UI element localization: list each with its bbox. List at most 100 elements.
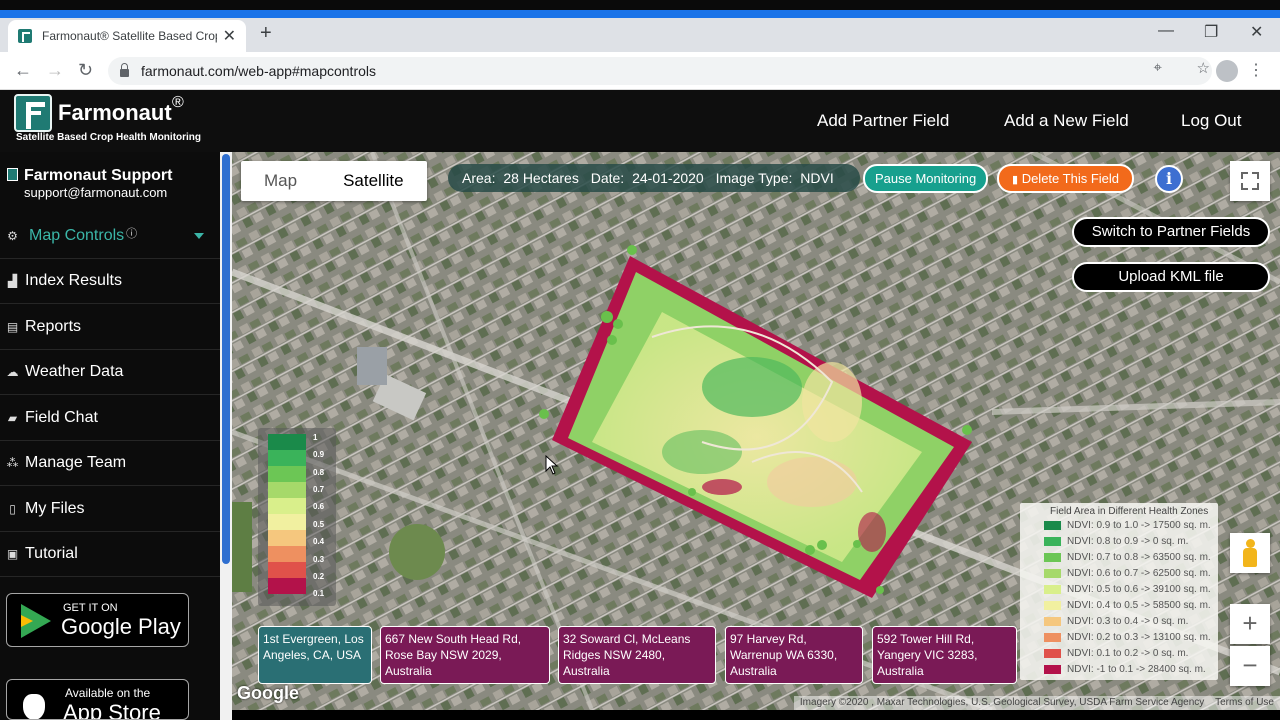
sidebar: Farmonaut Support support@farmonaut.com … (0, 152, 220, 720)
street-view-pegman-icon[interactable] (1230, 533, 1270, 573)
support-name: Farmonaut Support (24, 167, 173, 184)
sidebar-item-tutorial[interactable]: ▣ Tutorial (0, 532, 220, 577)
address-card-4[interactable]: 97 Harvey Rd, Warrenup WA 6330, Australi… (725, 626, 863, 684)
legend-row: NDVI: 0.9 to 1.0 -> 17500 sq. m. (1044, 520, 1211, 531)
legend-row: NDVI: 0.6 to 0.7 -> 62500 sq. m. (1044, 568, 1211, 579)
team-icon: ⁂ (6, 456, 19, 470)
satellite-map[interactable]: Map Satellite Area: 28 Hectares Date: 24… (232, 152, 1280, 710)
google-play-badge[interactable]: GET IT ON Google Play (6, 593, 189, 647)
new-tab-button[interactable]: + (260, 22, 272, 45)
mouse-cursor-icon (545, 455, 559, 475)
caret-down-icon[interactable] (194, 233, 204, 239)
scale-label: 0.7 (313, 485, 325, 494)
brand-tagline: Satellite Based Crop Health Monitoring (16, 132, 202, 143)
sidebar-item-index-results[interactable]: ▟ Index Results (0, 259, 220, 304)
window-close-icon[interactable]: ✕ (1250, 22, 1263, 42)
file-icon: ▯ (9, 502, 16, 516)
zoom-out-button[interactable]: − (1230, 646, 1270, 686)
back-arrow-icon[interactable]: ← (14, 60, 32, 81)
scale-label: 0.1 (313, 589, 325, 598)
log-out-link[interactable]: Log Out (1181, 111, 1242, 131)
app-header: Farmonaut ® Satellite Based Crop Health … (0, 90, 1280, 152)
sidebar-item-label: Map Controls (29, 227, 125, 244)
legend-row: NDVI: 0.7 to 0.8 -> 63500 sq. m. (1044, 552, 1211, 563)
reload-icon[interactable]: ↻ (78, 60, 93, 81)
tab-title: Farmonaut® Satellite Based Crop (42, 29, 217, 43)
screen: Farmonaut® Satellite Based Crop ✕ + — ❐ … (0, 0, 1280, 720)
map-type-satellite-button[interactable]: Satellite (320, 161, 426, 201)
legend-row: NDVI: 0.3 to 0.4 -> 0 sq. m. (1044, 616, 1188, 627)
info-icon[interactable]: i (1155, 165, 1183, 193)
ndvi-color-scale: 1 0.9 0.8 0.7 0.6 0.5 0.4 0.3 0.2 0.1 (258, 428, 336, 606)
gear-icon: ⚙ (7, 229, 18, 243)
sidebar-item-weather-data[interactable]: ☁ Weather Data (0, 350, 220, 395)
sidebar-item-label: My Files (25, 500, 85, 517)
terms-of-use-link[interactable]: Terms of Use (1215, 697, 1274, 708)
lock-icon (120, 63, 129, 77)
support-logo-icon (7, 168, 18, 181)
scale-label: 0.8 (313, 468, 325, 477)
omnibox[interactable]: farmonaut.com/web-app#mapcontrols (108, 57, 1212, 85)
imagery-attribution: Imagery ©2020 , Maxar Technologies, U.S.… (799, 697, 1205, 708)
address-card-1[interactable]: 1st Evergreen, Los Angeles, CA, USA (258, 626, 372, 684)
location-icon[interactable]: ⌖ (1154, 59, 1162, 76)
app-store-badge[interactable]: Available on the App Store (6, 679, 189, 720)
bottom-bar (232, 710, 1280, 720)
legend-row: NDVI: 0.2 to 0.3 -> 13100 sq. m. (1044, 632, 1211, 643)
sidebar-item-map-controls[interactable]: ⚙ Map Controls ⓘ (0, 214, 220, 259)
date-label: Date: (590, 170, 625, 186)
scale-label: 0.4 (313, 537, 325, 546)
profile-avatar-icon[interactable] (1216, 60, 1238, 82)
sidebar-scrollbar[interactable] (220, 152, 232, 720)
pause-monitoring-button[interactable]: Pause Monitoring (863, 164, 989, 193)
legend-row: NDVI: 0.8 to 0.9 -> 0 sq. m. (1044, 536, 1188, 547)
info-circle-icon[interactable]: ⓘ (126, 225, 137, 241)
brand-name[interactable]: Farmonaut (58, 100, 172, 126)
minimize-icon[interactable]: — (1158, 22, 1174, 40)
map-type-map-button[interactable]: Map (241, 161, 320, 201)
url-text[interactable]: farmonaut.com/web-app#mapcontrols (141, 63, 376, 79)
sidebar-item-label: Manage Team (25, 454, 127, 471)
farmonaut-logo-icon[interactable] (14, 94, 52, 132)
support-email[interactable]: support@farmonaut.com (24, 185, 167, 200)
browser-tab[interactable]: Farmonaut® Satellite Based Crop ✕ (8, 20, 246, 52)
zoom-in-button[interactable]: + (1230, 604, 1270, 644)
legend-title: Field Area in Different Health Zones (1050, 506, 1209, 517)
switch-partner-fields-button[interactable]: Switch to Partner Fields (1072, 217, 1270, 247)
google-logo[interactable]: Google (237, 683, 299, 704)
upload-kml-button[interactable]: Upload KML file (1072, 262, 1270, 292)
chat-icon: ▰ (7, 411, 18, 425)
ndvi-scale-bar (268, 434, 306, 594)
sidebar-item-my-files[interactable]: ▯ My Files (0, 487, 220, 532)
add-partner-field-link[interactable]: Add Partner Field (817, 111, 949, 131)
scale-label: 0.5 (313, 520, 325, 529)
bookmark-star-icon[interactable]: ☆ (1197, 59, 1210, 77)
tab-close-icon[interactable]: ✕ (223, 26, 236, 46)
browser-tabbar: Farmonaut® Satellite Based Crop ✕ + — ❐ … (0, 18, 1280, 52)
legend-row: NDVI: 0.5 to 0.6 -> 39100 sq. m. (1044, 584, 1211, 595)
address-card-3[interactable]: 32 Soward Cl, McLeans Ridges NSW 2480, A… (558, 626, 716, 684)
sidebar-item-field-chat[interactable]: ▰ Field Chat (0, 396, 220, 441)
fullscreen-icon[interactable] (1230, 161, 1270, 201)
sidebar-item-label: Field Chat (25, 409, 98, 426)
browser-menu-icon[interactable]: ⋮ (1248, 60, 1264, 80)
trash-icon: ▮ (1012, 174, 1019, 186)
restore-icon[interactable]: ❐ (1204, 22, 1218, 42)
health-zones-legend: Field Area in Different Health Zones NDV… (1020, 503, 1218, 680)
forward-arrow-icon[interactable]: → (46, 60, 64, 81)
top-accent-bar (0, 10, 1280, 18)
field-info-bar: Area: 28 Hectares Date: 24-01-2020 Image… (448, 164, 860, 192)
sidebar-item-label: Index Results (25, 272, 122, 289)
address-card-5[interactable]: 592 Tower Hill Rd, Yangery VIC 3283, Aus… (872, 626, 1017, 684)
sidebar-item-reports[interactable]: ▤ Reports (0, 305, 220, 350)
image-type-label: Image Type: (715, 170, 793, 186)
legend-row: NDVI: 0.1 to 0.2 -> 0 sq. m. (1044, 648, 1188, 659)
farmonaut-favicon-icon (18, 29, 32, 43)
scrollbar-thumb[interactable] (222, 154, 230, 564)
sidebar-item-manage-team[interactable]: ⁂ Manage Team (0, 441, 220, 486)
address-card-2[interactable]: 667 New South Head Rd, Rose Bay NSW 2029… (380, 626, 550, 684)
delete-field-button[interactable]: ▮ Delete This Field (997, 164, 1134, 193)
add-new-field-link[interactable]: Add a New Field (1004, 111, 1129, 131)
delete-field-label: Delete This Field (1021, 171, 1119, 186)
app-store-small-text: Available on the (65, 686, 151, 700)
